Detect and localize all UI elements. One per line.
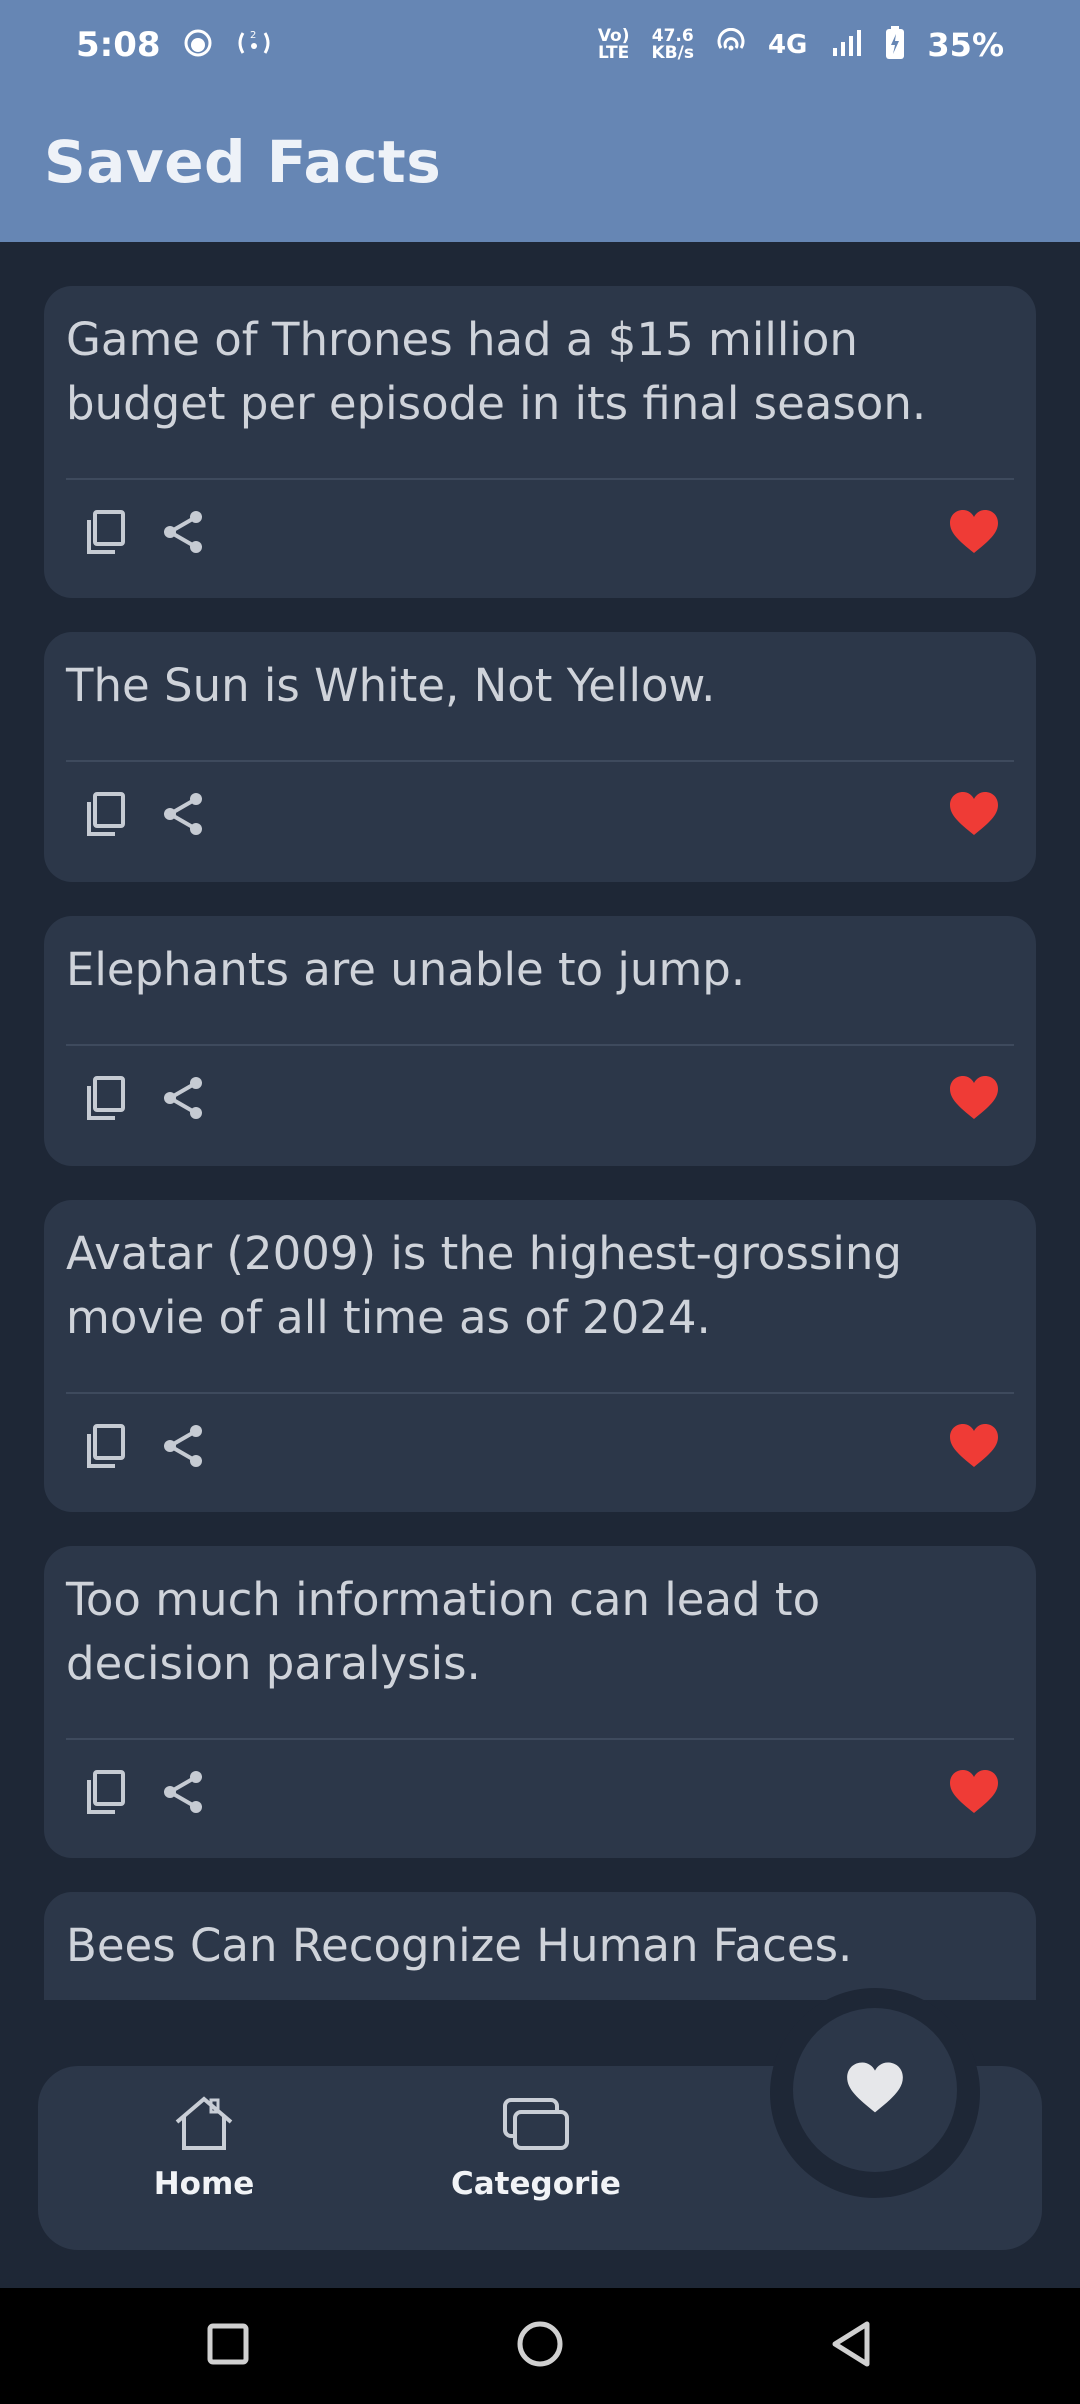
card-divider <box>66 478 1014 480</box>
fact-text: Bees Can Recognize Human Faces. <box>66 1919 853 1972</box>
home-icon <box>171 2094 237 2156</box>
fact-text: Avatar (2009) is the highest-grossing mo… <box>66 1227 902 1344</box>
volte-indicator: Vo) LTE <box>597 26 630 63</box>
circle-icon <box>515 2319 565 2373</box>
status-time: 5:08 <box>76 25 161 65</box>
battery-percent: 35% <box>927 26 1004 64</box>
home-system-button[interactable] <box>500 2314 580 2378</box>
recents-button[interactable] <box>188 2314 268 2378</box>
share-button[interactable] <box>144 1754 224 1834</box>
copy-icon <box>83 508 129 560</box>
notification-face-icon <box>183 28 213 62</box>
card-divider <box>66 760 1014 762</box>
share-button[interactable] <box>144 1408 224 1488</box>
network-speed: 47.6 KB/s <box>651 26 694 63</box>
copy-icon <box>83 1074 129 1126</box>
fact-text: Elephants are unable to jump. <box>66 943 746 996</box>
fact-card: The Sun is White, Not Yellow. <box>44 632 1036 882</box>
card-divider <box>66 1738 1014 1740</box>
nav-home[interactable]: Home <box>84 2094 324 2234</box>
favorite-button[interactable] <box>934 1060 1014 1140</box>
copy-icon <box>83 790 129 842</box>
favorite-button[interactable] <box>934 1754 1014 1834</box>
cards-icon <box>501 2094 571 2156</box>
copy-button[interactable] <box>66 1060 146 1140</box>
signal-icon <box>829 28 863 62</box>
heart-icon <box>949 1769 999 1819</box>
copy-button[interactable] <box>66 1754 146 1834</box>
share-button[interactable] <box>144 776 224 856</box>
back-button[interactable] <box>810 2314 890 2378</box>
wifi-calling-icon <box>716 27 746 62</box>
favorite-button[interactable] <box>934 776 1014 856</box>
share-icon <box>160 508 208 560</box>
fact-card: Bees Can Recognize Human Faces. <box>44 1892 1036 2002</box>
copy-button[interactable] <box>66 1408 146 1488</box>
square-icon <box>206 2322 250 2370</box>
fact-card: Game of Thrones had a $15 million budget… <box>44 286 1036 598</box>
back-triangle-icon <box>827 2319 873 2373</box>
share-icon <box>160 790 208 842</box>
share-icon <box>160 1074 208 1126</box>
hotspot-icon: 2 <box>235 28 273 62</box>
card-divider <box>66 1392 1014 1394</box>
favorite-button[interactable] <box>934 1408 1014 1488</box>
share-button[interactable] <box>144 494 224 574</box>
app-header: 5:08 2 Vo) LTE 47.6 KB/s 4G 35% Saved Fa… <box>0 0 1080 242</box>
copy-button[interactable] <box>66 776 146 856</box>
network-type: 4G <box>767 30 808 60</box>
nav-categories-label: Categorie <box>451 2166 621 2202</box>
system-navigation-bar <box>0 2288 1080 2404</box>
copy-icon <box>83 1422 129 1474</box>
fact-card: Avatar (2009) is the highest-grossing mo… <box>44 1200 1036 1512</box>
page-title: Saved Facts <box>44 128 442 196</box>
heart-icon <box>949 1075 999 1125</box>
share-icon <box>160 1422 208 1474</box>
saved-facts-fab[interactable] <box>793 2008 957 2172</box>
svg-text:2: 2 <box>250 30 256 41</box>
fact-text: The Sun is White, Not Yellow. <box>66 659 716 712</box>
fact-card: Too much information can lead to decisio… <box>44 1546 1036 1858</box>
nav-categories[interactable]: Categorie <box>416 2094 656 2234</box>
heart-icon <box>949 791 999 841</box>
fact-text: Game of Thrones had a $15 million budget… <box>66 313 927 430</box>
nav-home-label: Home <box>153 2166 255 2202</box>
saved-facts-list[interactable]: Game of Thrones had a $15 million budget… <box>0 242 1080 2002</box>
heart-icon <box>949 509 999 559</box>
heart-icon <box>949 1423 999 1473</box>
battery-icon <box>885 26 905 64</box>
status-bar: 5:08 2 Vo) LTE 47.6 KB/s 4G 35% <box>0 0 1080 90</box>
card-divider <box>66 1044 1014 1046</box>
copy-icon <box>83 1768 129 1820</box>
share-icon <box>160 1768 208 1820</box>
favorite-button[interactable] <box>934 494 1014 574</box>
copy-button[interactable] <box>66 494 146 574</box>
fact-card: Elephants are unable to jump. <box>44 916 1036 1166</box>
heart-icon <box>846 2061 904 2119</box>
fact-text: Too much information can lead to decisio… <box>66 1573 821 1690</box>
share-button[interactable] <box>144 1060 224 1140</box>
